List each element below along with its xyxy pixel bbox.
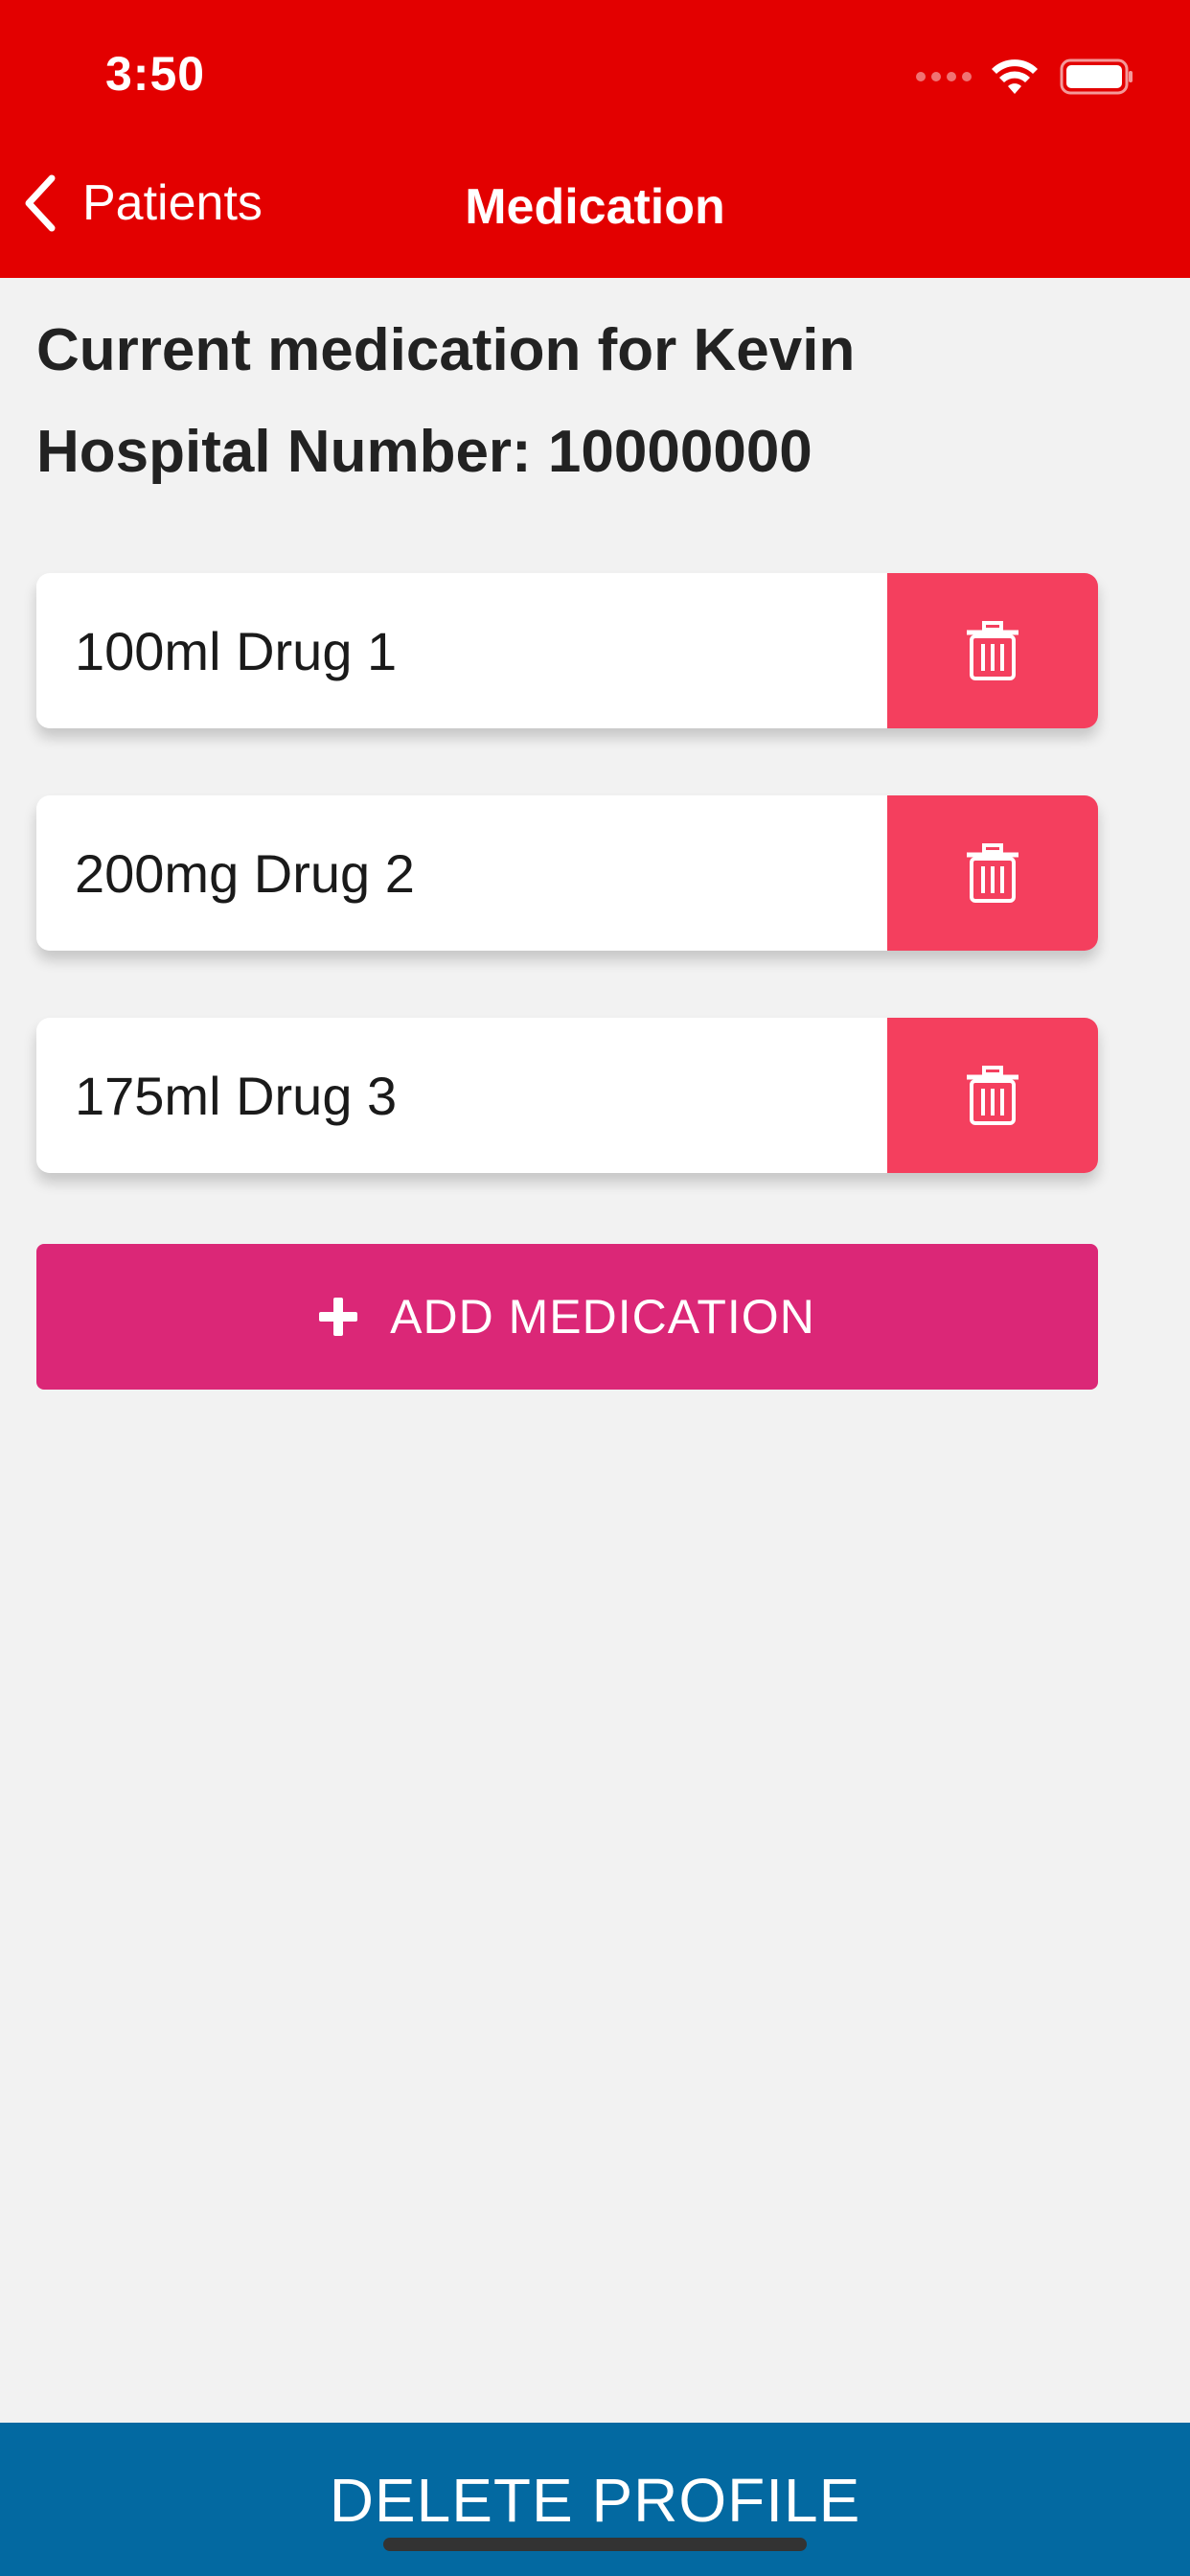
medication-item: 100ml Drug 1 (36, 573, 1098, 728)
delete-medication-button[interactable] (887, 795, 1098, 951)
delete-medication-button[interactable] (887, 1018, 1098, 1173)
medication-label: 100ml Drug 1 (36, 573, 887, 728)
trash-icon (967, 843, 1018, 903)
medication-item: 175ml Drug 3 (36, 1018, 1098, 1173)
delete-profile-button[interactable]: DELETE PROFILE (0, 2423, 1190, 2576)
medication-label: 200mg Drug 2 (36, 795, 887, 951)
home-indicator (383, 2538, 807, 2551)
battery-icon (1060, 58, 1133, 95)
wifi-icon (992, 59, 1038, 94)
delete-profile-label: DELETE PROFILE (329, 2466, 861, 2535)
plus-icon (319, 1298, 358, 1336)
hospital-number: Hospital Number: 10000000 (36, 419, 812, 485)
medication-screen: 3:50 Patients Medication Current medicat… (0, 0, 1190, 2576)
trash-icon (967, 1066, 1018, 1125)
page-title: Medication (465, 179, 725, 235)
app-header: 3:50 Patients Medication (0, 0, 1190, 278)
status-icons (916, 54, 1134, 100)
delete-medication-button[interactable] (887, 573, 1098, 728)
add-medication-button[interactable]: ADD MEDICATION (36, 1244, 1098, 1390)
add-medication-label: ADD MEDICATION (390, 1290, 815, 1344)
medication-item: 200mg Drug 2 (36, 795, 1098, 951)
medication-heading: Current medication for Kevin (36, 317, 856, 383)
signal-icon (916, 72, 972, 81)
medication-label: 175ml Drug 3 (36, 1018, 887, 1173)
status-time: 3:50 (105, 47, 206, 101)
trash-icon (967, 621, 1018, 680)
